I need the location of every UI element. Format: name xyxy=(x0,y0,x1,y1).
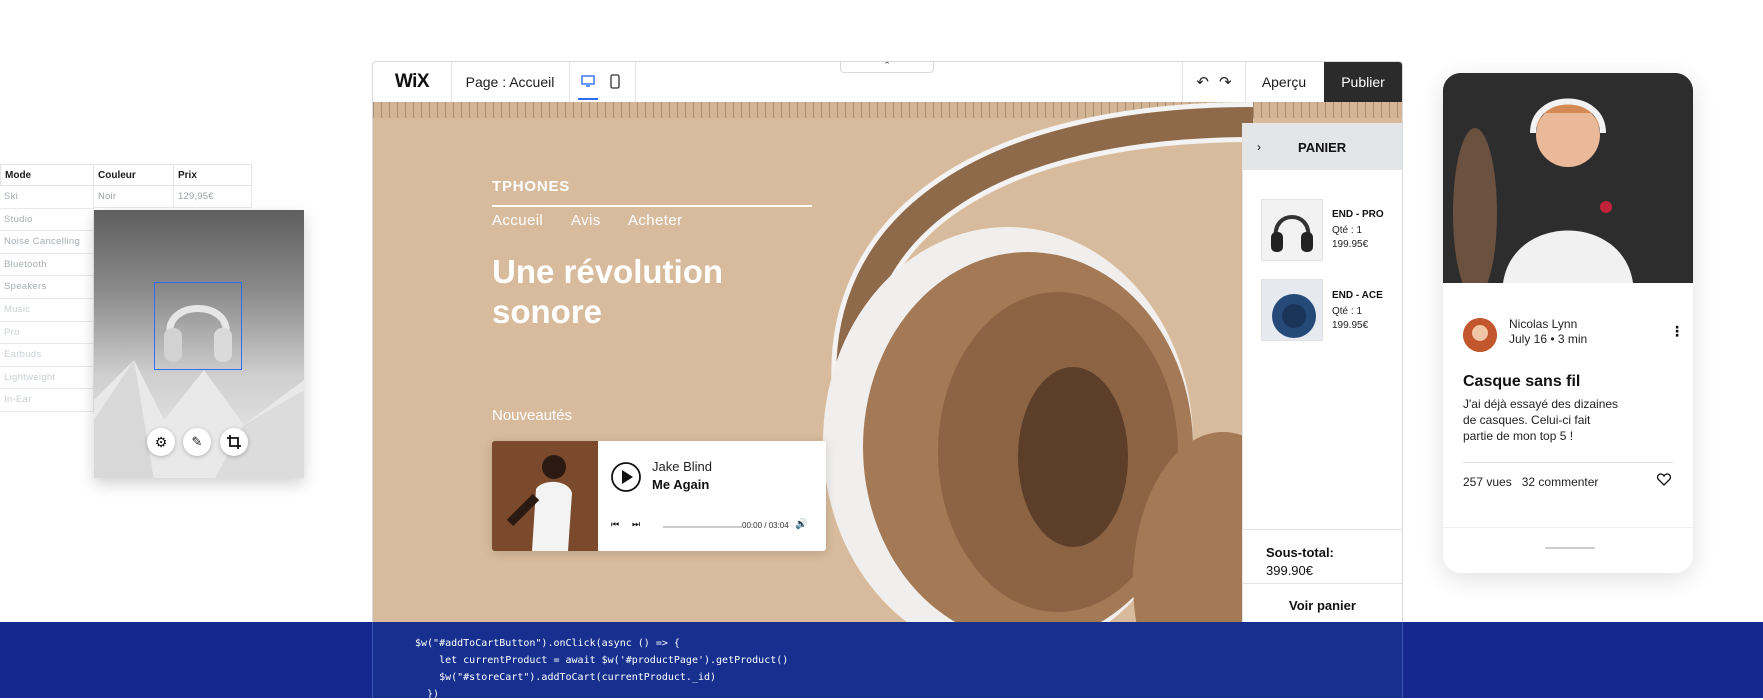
mobile-view-button[interactable] xyxy=(609,74,621,94)
history-controls: ↶ ↷ xyxy=(1182,62,1246,102)
cart-panel: › PANIER END - PRO Qté : 1 199.95€ END -… xyxy=(1242,123,1402,622)
page-label: Page : Accueil xyxy=(465,74,555,90)
publish-button[interactable]: Publier xyxy=(1324,62,1402,102)
wix-logo[interactable]: WiX xyxy=(373,62,452,102)
code-line: let currentProduct = await $w('#productP… xyxy=(415,655,789,666)
post-title[interactable]: Casque sans fil xyxy=(1463,373,1580,391)
table-row-label[interactable]: Bluetooth xyxy=(0,253,94,277)
logo-text: WiX xyxy=(394,71,430,92)
blog-photo xyxy=(1443,73,1693,298)
code-line: $w("#storeCart").addToCart(currentProduc… xyxy=(415,672,717,683)
collapse-handle[interactable]: ⌃ xyxy=(840,62,934,73)
divider xyxy=(1243,583,1402,584)
preview-button[interactable]: Aperçu xyxy=(1244,62,1325,102)
editor-window: WiX Page : Accueil ↶ ↷ Aperçu Publier ⌃ … xyxy=(372,61,1403,623)
table-row-label[interactable]: Ski xyxy=(0,186,94,209)
home-indicator[interactable] xyxy=(1545,547,1595,549)
artist-photo xyxy=(492,441,598,551)
page-selector[interactable]: Page : Accueil xyxy=(451,62,570,102)
desktop-view-button[interactable] xyxy=(581,74,595,93)
pen-icon: ✎ xyxy=(191,434,203,449)
table-row-label[interactable]: Studio xyxy=(0,208,94,232)
image-editor-panel[interactable]: ⚙ ✎ xyxy=(94,210,304,478)
views-count: 257 vues xyxy=(1463,475,1512,489)
divider xyxy=(1243,529,1402,530)
divider xyxy=(1463,462,1673,463)
active-view-indicator xyxy=(578,98,598,100)
nav-link-avis[interactable]: Avis xyxy=(571,212,601,229)
post-stats: 257 vues 32 commenter xyxy=(1463,475,1598,489)
site-brand[interactable]: TPHONES xyxy=(492,178,570,195)
table-row-label[interactable]: Lightweight xyxy=(0,366,94,390)
cart-item-qty: Qté : 1 xyxy=(1332,306,1363,317)
column-header-prix[interactable]: Prix xyxy=(173,164,252,186)
time-display: 00:00 / 03:04 xyxy=(742,521,789,530)
nav-link-accueil[interactable]: Accueil xyxy=(492,212,543,229)
table-row-label[interactable]: In-Ear xyxy=(0,389,94,412)
play-icon xyxy=(611,462,641,492)
cart-item-image[interactable] xyxy=(1261,279,1323,341)
like-button[interactable] xyxy=(1656,473,1672,491)
table-row-label[interactable]: Music xyxy=(0,299,94,322)
post-body: J'ai déjà essayé des dizaines de casques… xyxy=(1463,397,1619,443)
brand-divider xyxy=(492,205,812,207)
play-button[interactable] xyxy=(610,461,642,498)
table-cell-couleur[interactable]: Noir xyxy=(93,186,174,208)
redo-icon[interactable]: ↷ xyxy=(1219,73,1232,91)
crop-button[interactable] xyxy=(220,428,248,456)
post-meta: July 16 • 3 min xyxy=(1509,332,1588,346)
cart-item-image[interactable] xyxy=(1261,199,1323,261)
column-header-mode[interactable]: Mode xyxy=(0,164,94,186)
author-name[interactable]: Nicolas Lynn xyxy=(1509,317,1577,331)
hero-title: Une révolution sonore xyxy=(492,253,724,330)
preview-label: Aperçu xyxy=(1261,74,1307,90)
column-header-couleur[interactable]: Couleur xyxy=(93,164,174,186)
table-row-label[interactable]: Pro xyxy=(0,321,94,345)
hero-headphone-image xyxy=(823,102,1253,622)
cart-item-qty: Qté : 1 xyxy=(1332,225,1363,236)
next-track-icon[interactable]: ⏭ xyxy=(632,519,640,530)
more-options-icon[interactable]: ⋮ xyxy=(1670,323,1684,340)
cart-title: PANIER xyxy=(1298,140,1347,155)
edit-button[interactable]: ✎ xyxy=(183,428,211,456)
gear-icon: ⚙ xyxy=(154,433,168,450)
mobile-blog-preview: Nicolas Lynn July 16 • 3 min ⋮ Casque sa… xyxy=(1443,73,1693,573)
chevron-right-icon[interactable]: › xyxy=(1257,140,1261,154)
code-editor[interactable]: $w("#addToCartButton").onClick(async () … xyxy=(372,622,1403,700)
track-title: Me Again xyxy=(652,477,710,492)
heart-icon xyxy=(1656,473,1672,486)
cart-item-name: END - PRO xyxy=(1332,209,1384,220)
previous-track-icon[interactable]: ⏮ xyxy=(611,519,619,530)
table-row-label[interactable]: Noise Cancelling xyxy=(0,231,94,254)
selection-box[interactable] xyxy=(154,282,242,370)
cart-item-name: END - ACE xyxy=(1332,290,1383,301)
code-line: }) xyxy=(415,689,440,700)
cart-item-price: 199.95€ xyxy=(1332,320,1369,331)
subtotal-value: 399.90€ xyxy=(1266,563,1313,578)
cart-header: › PANIER xyxy=(1243,123,1402,170)
settings-button[interactable]: ⚙ xyxy=(147,428,175,456)
comments-count[interactable]: 32 commenter xyxy=(1522,475,1599,489)
nav-link-acheter[interactable]: Acheter xyxy=(628,212,683,229)
avatar[interactable] xyxy=(1463,318,1497,352)
table-cell-prix[interactable]: 129,95€ xyxy=(173,186,252,208)
desktop-icon xyxy=(581,75,595,87)
code-line: $w("#addToCartButton").onClick(async () … xyxy=(415,638,680,649)
crop-icon xyxy=(227,435,241,449)
undo-icon[interactable]: ↶ xyxy=(1196,73,1209,91)
progress-bar[interactable] xyxy=(663,526,742,528)
subtotal-label: Sous-total: xyxy=(1266,545,1334,560)
view-toggle xyxy=(569,62,636,102)
view-cart-button[interactable]: Voir panier xyxy=(1243,598,1402,613)
cart-item-price: 199.95€ xyxy=(1332,239,1369,250)
mobile-icon xyxy=(610,74,620,89)
table-row-label[interactable]: Earbuds xyxy=(0,344,94,367)
volume-icon[interactable]: 🔊 xyxy=(795,519,807,530)
table-row-label[interactable]: Speakers xyxy=(0,276,94,299)
artist-name: Jake Blind xyxy=(652,459,712,474)
section-label: Nouveautés xyxy=(492,407,573,424)
music-player: Jake Blind Me Again ⏮ ⏭ 00:00 / 03:04 🔊 xyxy=(492,441,826,551)
phone-footer xyxy=(1443,527,1693,573)
